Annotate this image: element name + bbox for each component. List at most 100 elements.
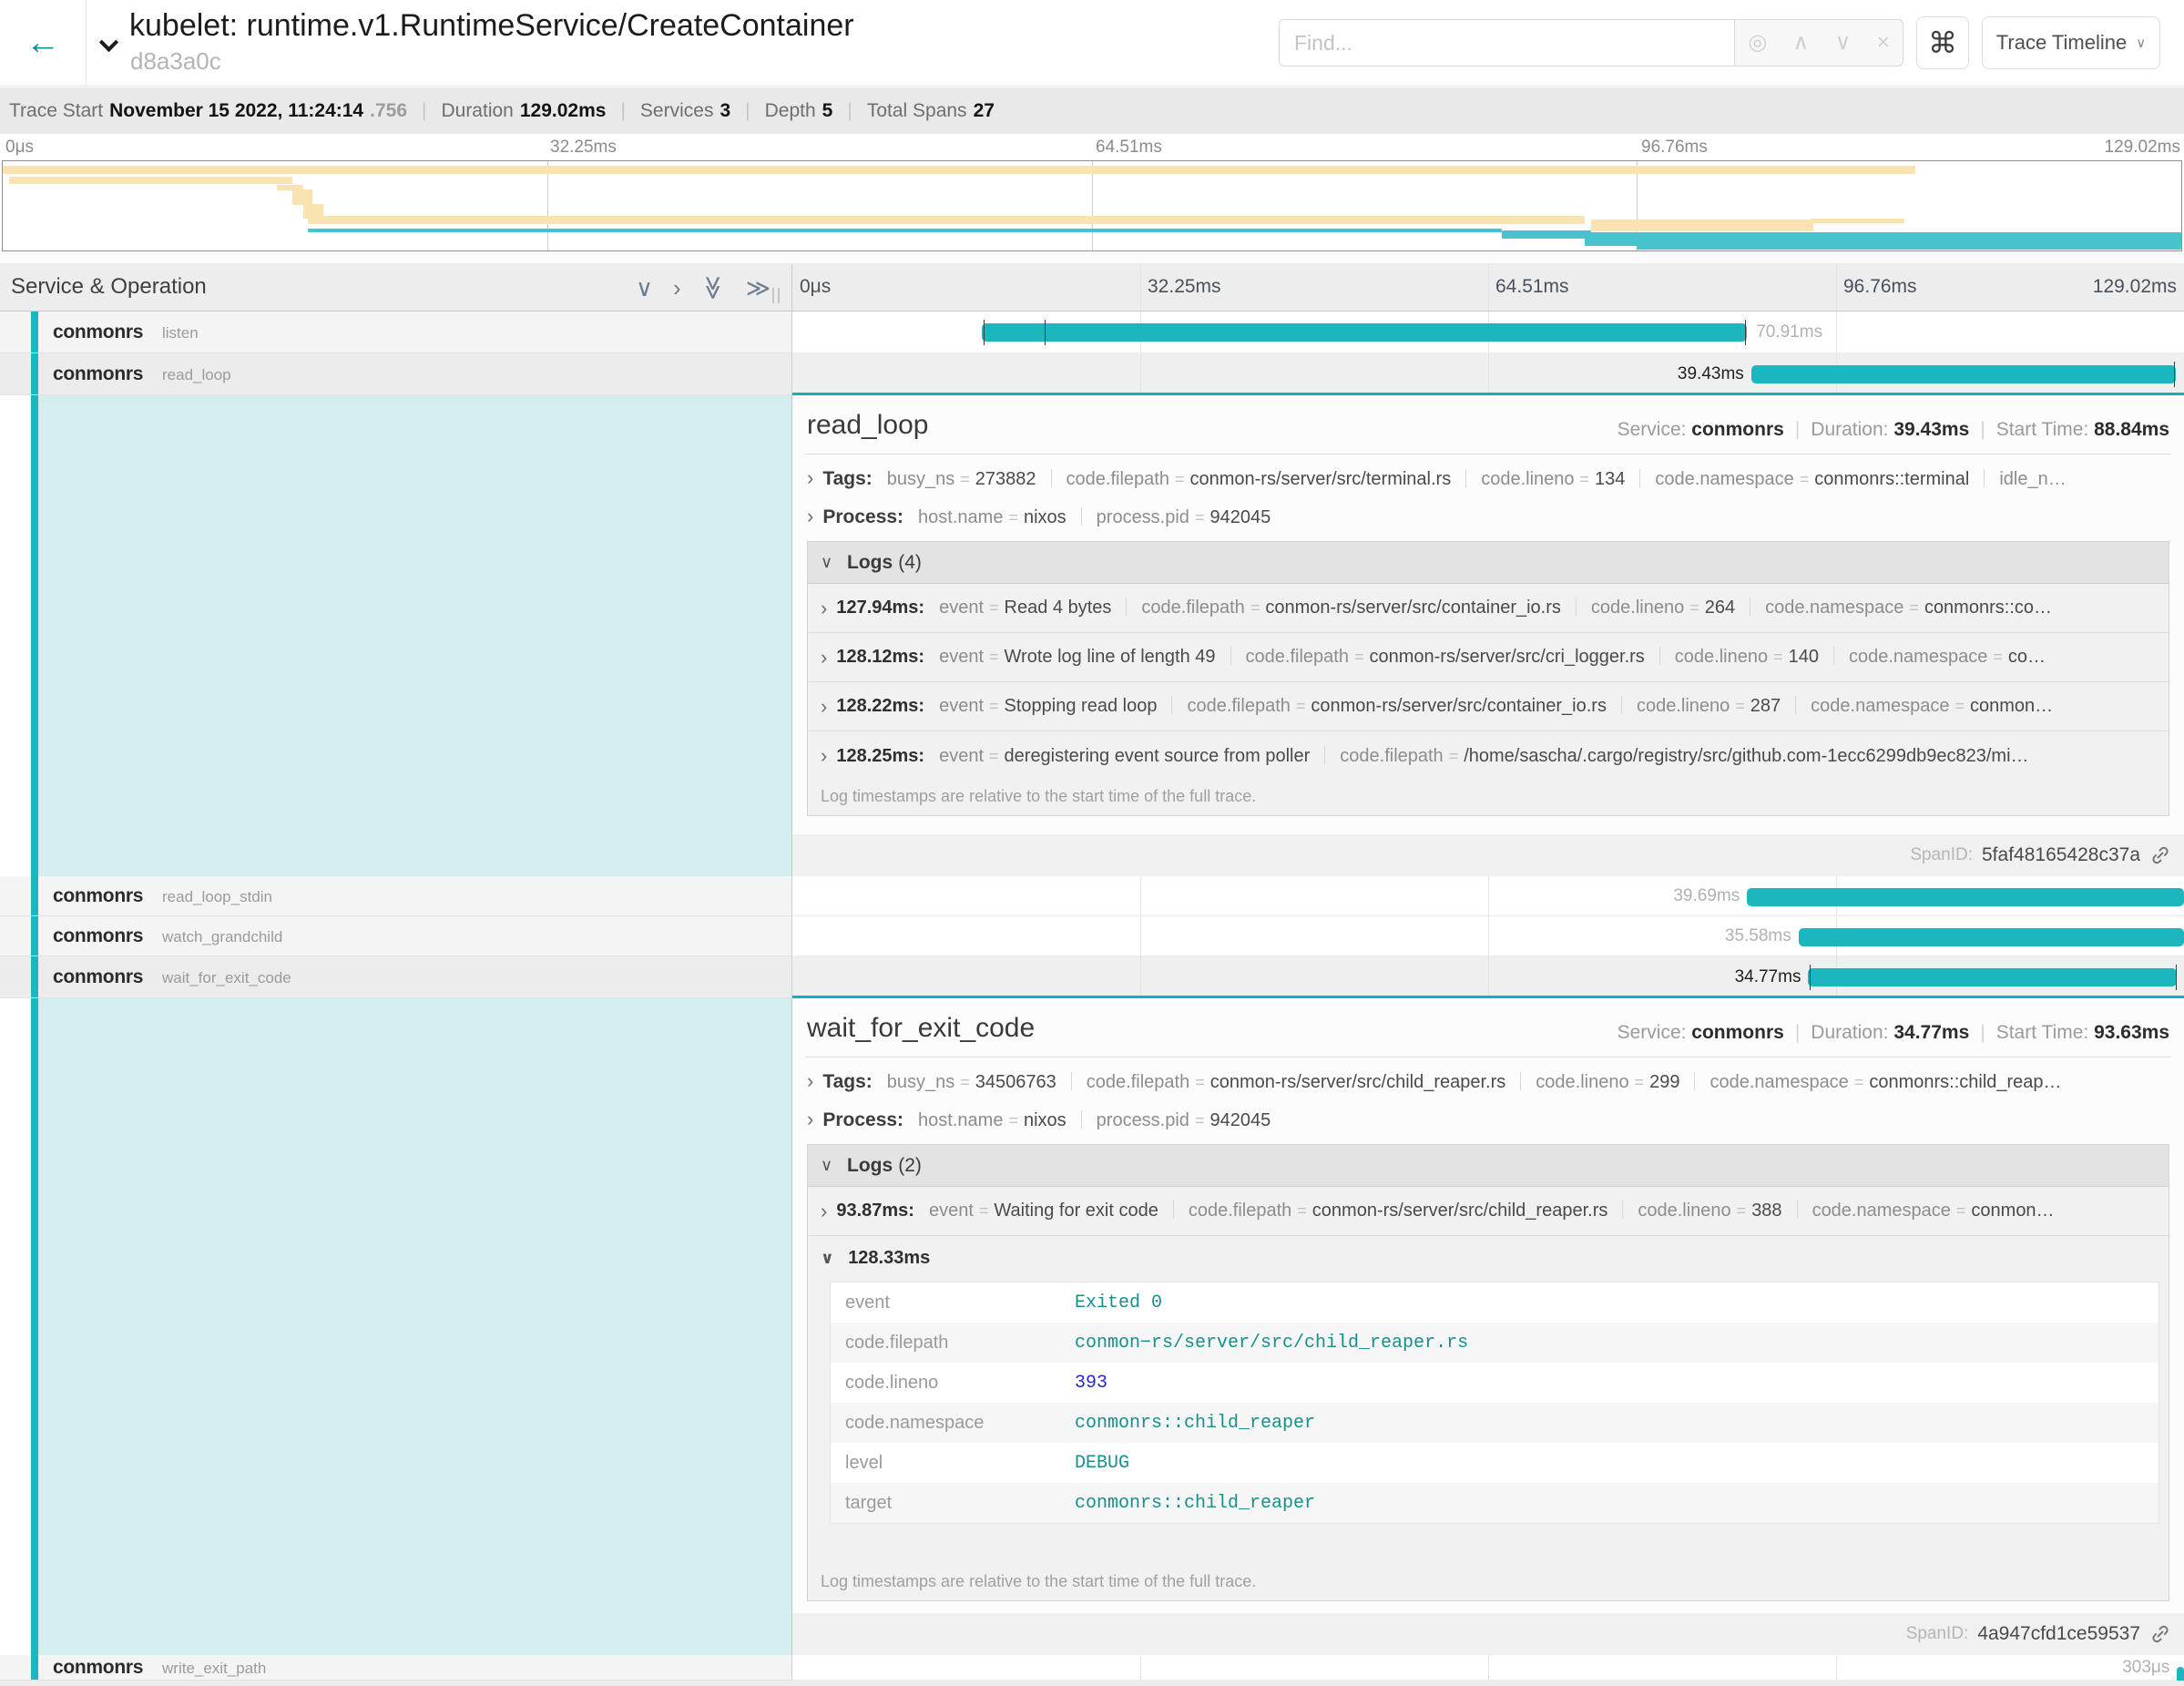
tags-row[interactable]: ›Tags:busy_ns=273882code.filepath=conmon… [807, 466, 2175, 490]
span-row-read-loop[interactable]: conmonrsread_loop39.43ms [0, 353, 2184, 395]
kv-pair[interactable]: host.name=nixos [918, 507, 1066, 527]
trace-title-collapse-toggle[interactable] [89, 27, 128, 64]
span-bar[interactable] [1751, 365, 2176, 383]
kv-pair[interactable]: code.filepath=/home/sascha/.cargo/regist… [1340, 746, 2028, 766]
trace-id: d8a3a0c [130, 47, 221, 76]
trace-minimap[interactable] [2, 160, 2182, 251]
kv-pair[interactable]: code.filepath=conmon-rs/server/src/conta… [1141, 598, 1561, 618]
kv-pair[interactable]: code.namespace=conmon… [1811, 696, 2053, 716]
deep-link-icon[interactable] [2149, 844, 2171, 866]
expand-all-icon[interactable]: ≫ [746, 272, 771, 303]
kv-pair[interactable]: code.filepath=conmon-rs/server/src/conta… [1187, 696, 1607, 716]
span-row-watch-grandchild[interactable]: conmonrswatch_grandchild35.58ms [0, 916, 2184, 956]
kv-pair[interactable]: code.lineno=388 [1638, 1201, 1781, 1221]
kv-pair[interactable]: process.pid=942045 [1097, 1110, 1271, 1130]
separator [1324, 746, 1325, 764]
kv-pair[interactable]: busy_ns=273882 [887, 469, 1036, 489]
kv-pair[interactable]: event=Waiting for exit code [929, 1201, 1158, 1221]
prev-result-icon[interactable]: ∧ [1793, 32, 1810, 54]
kv-pair[interactable]: event=Stopping read loop [939, 696, 1157, 716]
span-bar[interactable] [982, 323, 1747, 342]
span-name-cell[interactable]: conmonrsread_loop [0, 353, 792, 395]
logs-header[interactable]: ∨ Logs (4) [808, 542, 2169, 584]
minimap-span [1502, 230, 1591, 239]
span-timeline-cell[interactable]: 35.58ms [792, 916, 2184, 956]
next-result-icon[interactable]: ∨ [1835, 32, 1852, 54]
back-button[interactable]: ← [0, 0, 87, 87]
column-resize-grip[interactable] [772, 288, 780, 303]
kv-pair[interactable]: code.namespace=conmon… [1812, 1201, 2055, 1221]
separator [1833, 647, 1834, 665]
logs-note: Log timestamps are relative to the start… [821, 1572, 1256, 1591]
log-entry[interactable]: ›128.22ms:event=Stopping read loopcode.f… [808, 682, 2169, 731]
kv-pair[interactable]: busy_ns=34506763 [887, 1072, 1056, 1092]
separator [1173, 1201, 1174, 1219]
kv-pair[interactable]: code.namespace=conmonrs::co… [1765, 598, 2052, 618]
page-header: ← kubelet: runtime.v1.RuntimeService/Cre… [0, 0, 2184, 87]
log-entry[interactable]: ›128.25ms:event=deregistering event sour… [808, 731, 2169, 781]
kv-pair[interactable]: event=Wrote log line of length 49 [939, 647, 1215, 667]
kv-pair[interactable]: code.lineno=134 [1481, 469, 1625, 489]
trace-view-selector[interactable]: Trace Timeline ∨ [1982, 16, 2160, 69]
separator [1126, 598, 1127, 616]
collapse-one-icon[interactable]: ∨ [636, 272, 653, 303]
span-timeline-cell[interactable]: 34.77ms [792, 956, 2184, 998]
span-name-cell[interactable]: conmonrslisten [0, 312, 792, 353]
tags-row[interactable]: ›Tags:busy_ns=34506763code.filepath=conm… [807, 1069, 2175, 1093]
kv-pair[interactable]: code.lineno=264 [1591, 598, 1735, 618]
span-row-listen[interactable]: conmonrslisten70.91ms [0, 312, 2184, 353]
kv-pair[interactable]: host.name=nixos [918, 1110, 1066, 1130]
kv-pair[interactable]: code.filepath=conmon-rs/server/src/termi… [1066, 469, 1452, 489]
span-row-read-loop-stdin[interactable]: conmonrsread_loop_stdin39.69ms [0, 876, 2184, 916]
kv-pair[interactable]: code.namespace=conmonrs::terminal [1655, 469, 1969, 489]
span-name-cell[interactable]: conmonrswrite_exit_path [0, 1655, 792, 1681]
chevron-right-icon: › [821, 695, 827, 719]
log-entry[interactable]: ›93.87ms:event=Waiting for exit codecode… [808, 1187, 2169, 1236]
kv-pair[interactable]: code.lineno=299 [1536, 1072, 1679, 1092]
span-name-cell[interactable]: conmonrswait_for_exit_code [0, 956, 792, 998]
span-row-wait-for-exit-code[interactable]: conmonrswait_for_exit_code34.77ms [0, 956, 2184, 998]
kv-pair[interactable]: code.filepath=conmon-rs/server/src/cri_l… [1246, 647, 1645, 667]
logs-header[interactable]: ∨ Logs (2) [808, 1145, 2169, 1187]
kv-pair[interactable]: code.lineno=287 [1637, 696, 1781, 716]
process-row[interactable]: ›Process:host.name=nixosprocess.pid=9420… [807, 505, 2175, 528]
span-timeline-cell[interactable]: 39.43ms [792, 353, 2184, 395]
kv-pair[interactable]: code.namespace=co… [1849, 647, 2046, 667]
service-name: conmonrs [53, 925, 143, 947]
log-entry-expanded[interactable]: ∨ 128.33ms [808, 1236, 2169, 1280]
gridline [1488, 876, 1489, 915]
minimap-gridline [1092, 161, 1093, 250]
span-timeline-cell[interactable]: 39.69ms [792, 876, 2184, 916]
kv-pair[interactable]: process.pid=942045 [1097, 507, 1271, 527]
kv-pair[interactable]: idle_n… [1999, 469, 2066, 489]
operation-name: read_loop [162, 365, 231, 383]
deep-link-icon[interactable] [2149, 1623, 2171, 1645]
match-case-icon[interactable]: ◎ [1748, 32, 1767, 54]
log-fields-table: eventExited 0code.filepathconmon−rs/serv… [830, 1282, 2159, 1524]
span-bar[interactable] [1747, 888, 2184, 906]
kv-pair[interactable]: code.filepath=conmon-rs/server/src/child… [1087, 1072, 1506, 1092]
kv-pair[interactable]: event=deregistering event source from po… [939, 746, 1310, 766]
clear-search-icon[interactable]: × [1877, 32, 1890, 54]
chevron-right-icon: › [807, 466, 813, 489]
collapse-all-icon[interactable]: ≫ [698, 275, 729, 300]
keyboard-shortcuts-button[interactable]: ⌘ [1916, 16, 1969, 69]
find-input[interactable] [1279, 19, 1734, 66]
kv-pair[interactable]: event=Read 4 bytes [939, 598, 1111, 618]
span-row-write-exit-path[interactable]: conmonrswrite_exit_path303μs [0, 1655, 2184, 1681]
span-bar[interactable] [1799, 928, 2184, 946]
gridline [1488, 264, 1489, 311]
expand-one-icon[interactable]: › [673, 272, 681, 303]
span-name-cell[interactable]: conmonrswatch_grandchild [0, 916, 792, 956]
process-row[interactable]: ›Process:host.name=nixosprocess.pid=9420… [807, 1108, 2175, 1131]
log-entry[interactable]: ›128.12ms:event=Wrote log line of length… [808, 633, 2169, 682]
span-timeline-cell[interactable]: 303μs [792, 1655, 2184, 1681]
span-bar[interactable] [1808, 968, 2177, 986]
span-timeline-cell[interactable]: 70.91ms [792, 312, 2184, 353]
kv-pair[interactable]: code.filepath=conmon-rs/server/src/child… [1189, 1201, 1608, 1221]
kv-pair[interactable]: code.lineno=140 [1675, 647, 1819, 667]
gridline [1488, 956, 1489, 997]
log-entry[interactable]: ›127.94ms:event=Read 4 bytescode.filepat… [808, 584, 2169, 633]
span-name-cell[interactable]: conmonrsread_loop_stdin [0, 876, 792, 916]
kv-pair[interactable]: code.namespace=conmonrs::child_reap… [1709, 1072, 2061, 1092]
